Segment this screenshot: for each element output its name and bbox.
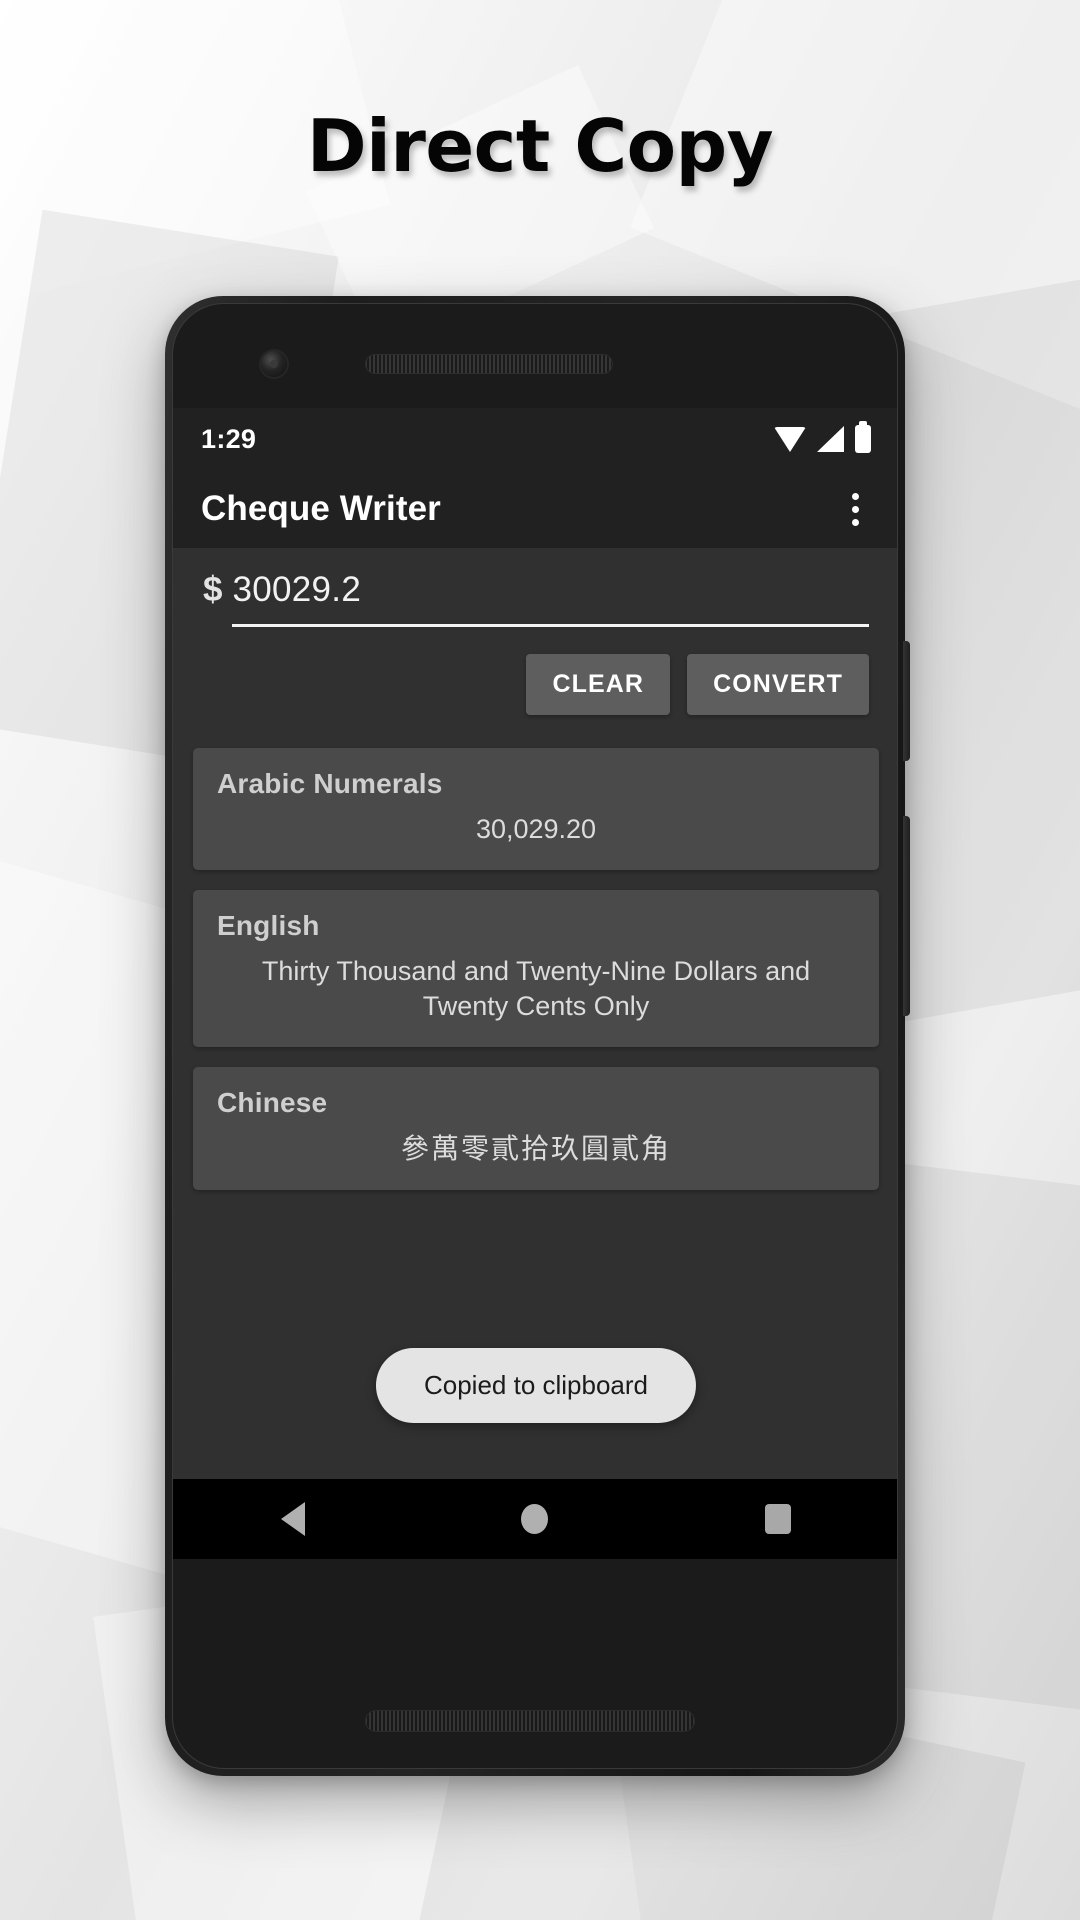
app-content: $ 30029.2 CLEAR CONVERT Arabic Numerals … bbox=[173, 548, 897, 1479]
volume-button[interactable] bbox=[903, 816, 910, 1016]
card-value: 參萬零貳拾玖圓貳角 bbox=[400, 1131, 671, 1165]
home-icon[interactable] bbox=[521, 1504, 549, 1534]
page-title: Direct Copy bbox=[306, 104, 774, 188]
phone-device: 1:29 Cheque Writer $ 30029.2 CLEAR CONVE… bbox=[165, 296, 910, 1776]
card-title: English bbox=[217, 909, 320, 941]
signal-icon bbox=[817, 426, 844, 452]
toast-message: Copied to clipboard bbox=[375, 1348, 697, 1423]
amount-input-row: $ 30029.2 bbox=[173, 548, 897, 627]
app-title: Cheque Writer bbox=[201, 489, 441, 528]
phone-screen: 1:29 Cheque Writer $ 30029.2 CLEAR CONVE… bbox=[173, 408, 897, 1559]
status-bar: 1:29 bbox=[173, 408, 897, 470]
result-card-chinese[interactable]: Chinese 參萬零貳拾玖圓貳角 bbox=[193, 1066, 879, 1190]
status-time: 1:29 bbox=[201, 423, 257, 454]
clear-button[interactable]: CLEAR bbox=[526, 654, 671, 715]
currency-symbol: $ bbox=[203, 570, 223, 609]
bottom-speaker bbox=[365, 1710, 695, 1732]
action-buttons: CLEAR CONVERT bbox=[173, 627, 897, 715]
recents-icon[interactable] bbox=[764, 1504, 791, 1534]
earpiece-speaker bbox=[365, 354, 613, 374]
status-icons bbox=[774, 421, 871, 453]
app-bar: Cheque Writer bbox=[173, 470, 897, 548]
back-icon[interactable] bbox=[281, 1502, 306, 1536]
card-value: Thirty Thousand and Twenty-Nine Dollars … bbox=[261, 955, 811, 1022]
result-card-english[interactable]: English Thirty Thousand and Twenty-Nine … bbox=[193, 889, 879, 1047]
front-camera-icon bbox=[261, 351, 287, 377]
wifi-icon bbox=[774, 426, 806, 452]
card-title: Chinese bbox=[217, 1086, 328, 1118]
amount-input[interactable]: 30029.2 bbox=[232, 570, 869, 627]
card-value: 30,029.20 bbox=[475, 814, 597, 844]
battery-icon bbox=[855, 421, 871, 453]
overflow-dot bbox=[851, 492, 859, 500]
overflow-menu-icon[interactable] bbox=[833, 483, 877, 535]
navigation-bar bbox=[173, 1479, 897, 1559]
power-button[interactable] bbox=[903, 641, 910, 761]
result-card-arabic[interactable]: Arabic Numerals 30,029.20 bbox=[193, 748, 879, 870]
convert-button[interactable]: CONVERT bbox=[687, 654, 869, 715]
phone-bezel: 1:29 Cheque Writer $ 30029.2 CLEAR CONVE… bbox=[172, 303, 898, 1769]
overflow-dot bbox=[851, 505, 859, 513]
results-list: Arabic Numerals 30,029.20 English Thirty… bbox=[173, 715, 897, 1190]
card-title: Arabic Numerals bbox=[217, 768, 443, 799]
overflow-dot bbox=[851, 518, 859, 526]
